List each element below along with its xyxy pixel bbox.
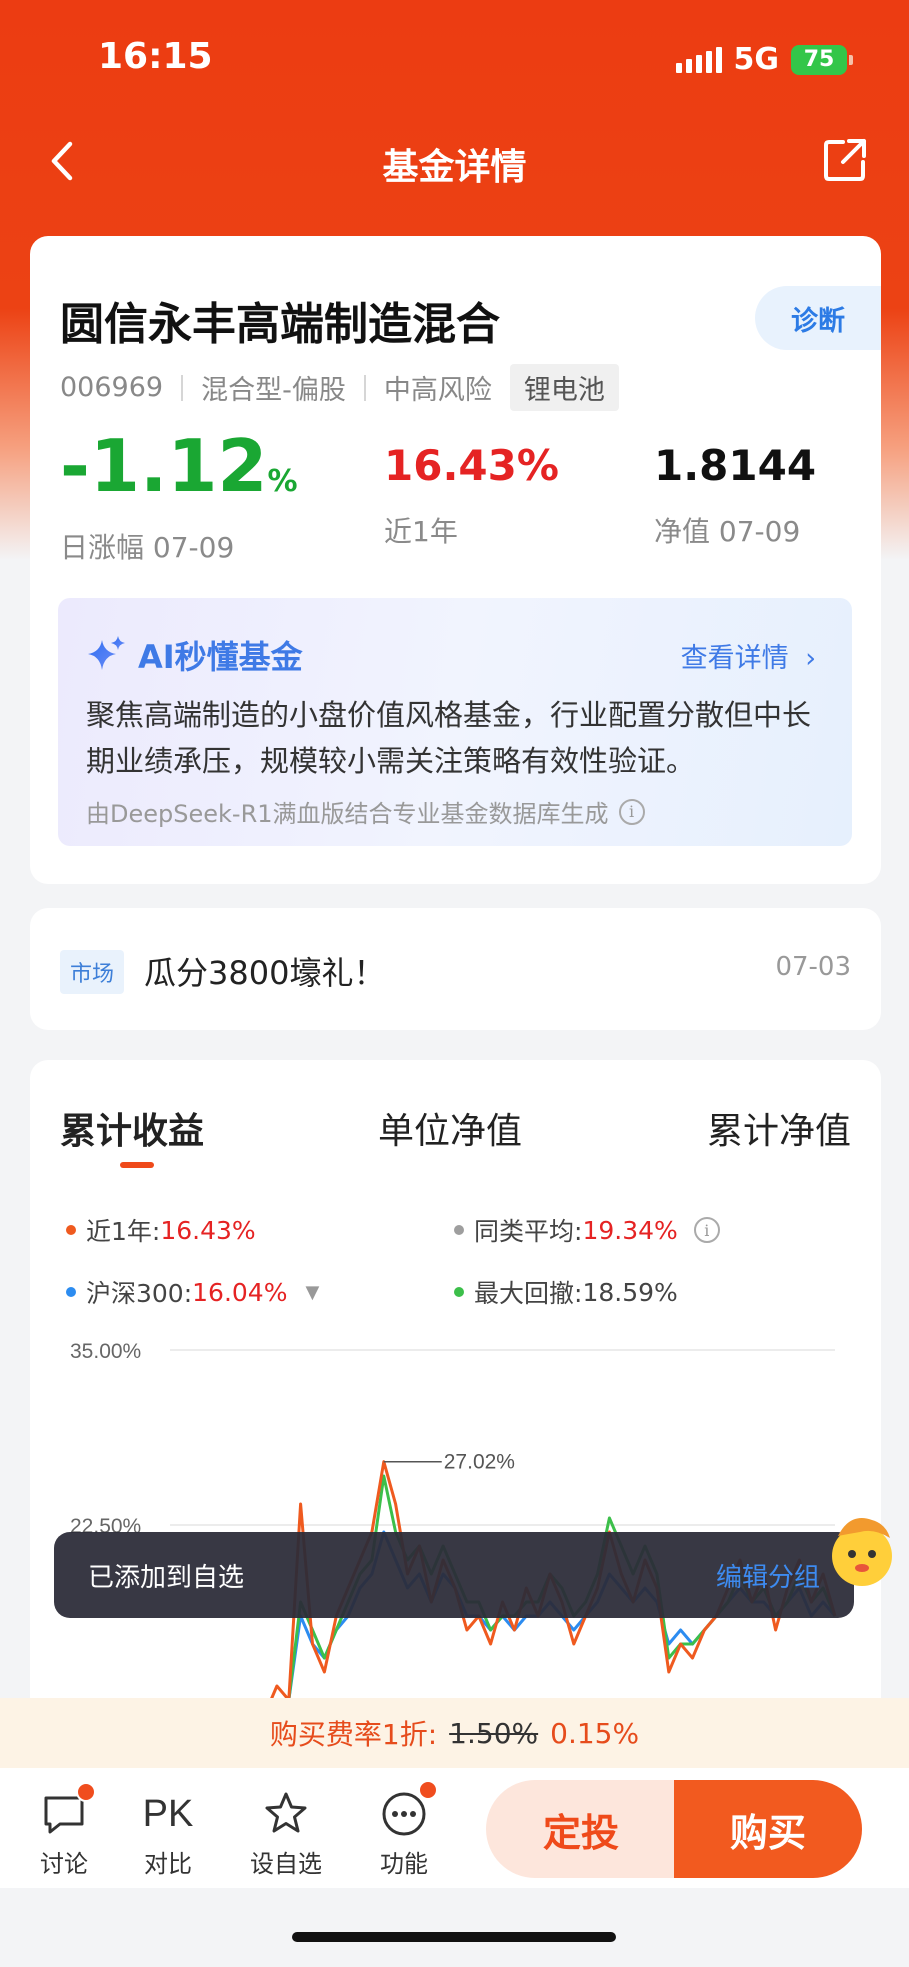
battery-level: 75 bbox=[803, 47, 835, 72]
edit-group-link[interactable]: 编辑分组 bbox=[716, 1557, 820, 1594]
daily-change-unit: % bbox=[267, 464, 298, 499]
status-indicators: 5G 75 bbox=[675, 42, 853, 77]
legend-hs300-label: 沪深300: bbox=[86, 1279, 193, 1308]
daily-change-stat: -1.12% 日涨幅 07-09 bbox=[60, 426, 298, 566]
nav-value: 1.8144 bbox=[654, 441, 817, 490]
ai-title: AI秒懂基金 bbox=[86, 632, 303, 678]
legend-peer-label: 同类平均: bbox=[474, 1217, 583, 1246]
market-date: 07-03 bbox=[775, 952, 851, 982]
toast-message: 已添加到自选 bbox=[88, 1562, 245, 1593]
info-icon[interactable]: i bbox=[618, 798, 645, 825]
fund-meta: 006969 混合型-偏股 中高风险 锂电池 bbox=[60, 364, 619, 411]
sparkle-icon bbox=[88, 636, 125, 670]
page-title: 基金详情 bbox=[382, 147, 527, 188]
discuss-label: 讨论 bbox=[40, 1850, 88, 1878]
market-headline: 瓜分3800壕礼！ bbox=[144, 954, 386, 992]
functions-label: 功能 bbox=[380, 1850, 428, 1878]
fund-name: 圆信永丰高端制造混合 bbox=[60, 299, 500, 350]
ai-view-details-link[interactable]: 查看详情 › bbox=[681, 636, 816, 675]
notification-dot bbox=[418, 1780, 438, 1800]
status-time: 16:15 bbox=[98, 36, 213, 77]
info-icon[interactable]: i bbox=[693, 1217, 720, 1243]
added-to-watchlist-toast: 已添加到自选 编辑分组 bbox=[54, 1532, 854, 1618]
market-news-card[interactable]: 市场 瓜分3800壕礼！ 07-03 bbox=[30, 908, 881, 1030]
year-return-stat: 16.43% 近1年 bbox=[384, 426, 559, 550]
ai-source: 由DeepSeek-R1满血版结合专业基金数据库生成 i bbox=[86, 794, 645, 829]
chevron-right-icon: › bbox=[805, 643, 816, 674]
legend-dot-hs300 bbox=[66, 1287, 76, 1297]
battery-icon: 75 bbox=[791, 44, 853, 75]
add-favorite-button[interactable]: 设自选 bbox=[246, 1790, 326, 1879]
theme-tag[interactable]: 锂电池 bbox=[509, 364, 619, 411]
active-tab-indicator bbox=[120, 1162, 154, 1168]
fund-summary-card: 圆信永丰高端制造混合 诊断 006969 混合型-偏股 中高风险 锂电池 -1.… bbox=[30, 236, 881, 884]
home-indicator bbox=[292, 1932, 616, 1942]
legend-drawdown-label: 最大回撤: bbox=[474, 1279, 583, 1308]
daily-change-value: -1.12 bbox=[60, 424, 268, 508]
legend-hs300-value: 16.04% bbox=[192, 1277, 288, 1307]
ai-title-text: AI秒懂基金 bbox=[138, 638, 303, 676]
share-icon[interactable] bbox=[821, 136, 869, 184]
tab-accumulated-nav[interactable]: 累计净值 bbox=[707, 1102, 851, 1154]
fee-discount-banner[interactable]: 购买费率1折: 1.50% 0.15% bbox=[0, 1698, 909, 1768]
favorite-label: 设自选 bbox=[250, 1850, 322, 1878]
network-type: 5G bbox=[733, 42, 780, 77]
ai-view-details-label: 查看详情 bbox=[680, 643, 789, 674]
legend-drawdown: 最大回撤: 18.59% bbox=[454, 1274, 678, 1310]
assistant-mascot-icon[interactable] bbox=[820, 1506, 904, 1596]
notification-dot bbox=[76, 1782, 96, 1802]
compare-label: 对比 bbox=[144, 1850, 192, 1878]
tab-unit-nav[interactable]: 单位净值 bbox=[378, 1102, 522, 1154]
tab-cumulative-return[interactable]: 累计收益 bbox=[60, 1102, 204, 1154]
y-tick-label: 35.00% bbox=[70, 1340, 141, 1363]
star-icon bbox=[262, 1790, 310, 1838]
diagnose-button[interactable]: 诊断 bbox=[755, 286, 881, 350]
nav-label: 净值 07-09 bbox=[654, 515, 801, 548]
peak-annotation: 27.02% bbox=[444, 1451, 515, 1474]
compare-button[interactable]: PK 对比 bbox=[128, 1790, 208, 1879]
legend-dot-drawdown bbox=[454, 1287, 464, 1297]
promo-new-rate: 0.15% bbox=[550, 1716, 640, 1750]
signal-icon bbox=[675, 46, 722, 73]
year-return-value: 16.43% bbox=[384, 441, 559, 490]
chat-bubble-icon bbox=[40, 1782, 96, 1838]
legend-fund-label: 近1年: bbox=[86, 1217, 161, 1246]
ai-source-text: 由DeepSeek-R1满血版结合专业基金数据库生成 bbox=[86, 800, 609, 828]
legend-dot-peer bbox=[454, 1225, 464, 1235]
more-icon bbox=[380, 1780, 438, 1838]
bottom-action-bar: 讨论 PK 对比 设自选 功能 定投 购买 bbox=[0, 1768, 909, 1888]
year-return-label: 近1年 bbox=[384, 515, 458, 548]
legend-peer-value: 19.34% bbox=[582, 1215, 678, 1245]
ai-summary-box[interactable]: AI秒懂基金 查看详情 › 聚焦高端制造的小盘价值风格基金，行业配置分散但中长期… bbox=[58, 598, 852, 846]
legend-dot-fund bbox=[66, 1225, 76, 1235]
legend-drawdown-value: 18.59% bbox=[582, 1277, 678, 1307]
pk-icon: PK bbox=[142, 1792, 194, 1835]
discuss-button[interactable]: 讨论 bbox=[24, 1782, 104, 1879]
market-tag: 市场 bbox=[60, 950, 125, 994]
fund-type: 混合型-偏股 bbox=[201, 375, 346, 406]
legend-peer: 同类平均: 19.34% i bbox=[454, 1212, 720, 1248]
legend-fund: 近1年: 16.43% bbox=[66, 1212, 256, 1248]
functions-button[interactable]: 功能 bbox=[364, 1780, 444, 1879]
legend-hs300[interactable]: 沪深300: 16.04% ▼ bbox=[66, 1274, 319, 1310]
fund-code: 006969 bbox=[60, 372, 164, 403]
buy-button[interactable]: 购买 bbox=[674, 1780, 862, 1878]
divider bbox=[363, 374, 366, 401]
promo-prefix: 购买费率1折: bbox=[269, 1718, 438, 1751]
auto-invest-button[interactable]: 定投 bbox=[486, 1780, 676, 1878]
daily-change-label: 日涨幅 07-09 bbox=[60, 531, 235, 564]
fund-risk: 中高风险 bbox=[383, 375, 492, 406]
legend-fund-value: 16.43% bbox=[160, 1215, 256, 1245]
divider bbox=[181, 374, 184, 401]
caret-down-icon: ▼ bbox=[305, 1281, 320, 1303]
ai-summary-text: 聚焦高端制造的小盘价值风格基金，行业配置分散但中长期业绩承压，规模较小需关注策略… bbox=[86, 698, 812, 778]
promo-old-rate: 1.50% bbox=[449, 1716, 539, 1750]
nav-stat: 1.8144 净值 07-09 bbox=[654, 426, 816, 550]
